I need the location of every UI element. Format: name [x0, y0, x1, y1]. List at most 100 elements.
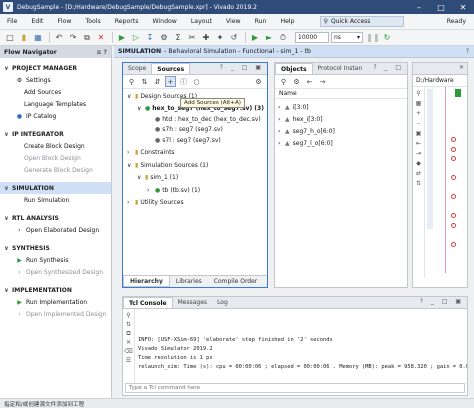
save-icon[interactable]: ▦ [32, 32, 44, 44]
marker-icon[interactable]: ◆ [416, 160, 421, 170]
waveform-canvas[interactable] [425, 87, 467, 277]
tree-row[interactable]: ∨ ▮ Simulation Sources (1) [123, 160, 267, 171]
help-icon[interactable]: ? [466, 48, 469, 55]
copy-icon[interactable]: ⧉ [126, 330, 130, 339]
time-unit-select[interactable]: ns ▾ [331, 32, 363, 43]
zoom-in-icon[interactable]: + [416, 110, 421, 120]
flow-item-add-sources[interactable]: Add Sources [0, 86, 111, 98]
search-icon[interactable]: ⚲ [278, 76, 289, 87]
undo-icon[interactable]: ↶ [53, 32, 65, 44]
settings-gear-icon[interactable]: ⚙ [158, 32, 170, 44]
flow-item-open-elaborated-design[interactable]: › Open Elaborated Design [0, 224, 111, 236]
step-icon[interactable]: ▷ [130, 32, 142, 44]
add-sources-icon[interactable]: + [165, 76, 176, 87]
goto-start-icon[interactable]: ⇤ [416, 140, 421, 150]
tab-log[interactable]: Log [212, 297, 233, 308]
timer-icon[interactable]: ⏱ [277, 32, 289, 44]
flow-item-open-block-design[interactable]: Open Block Design [0, 152, 111, 164]
tab-objects[interactable]: Objects [275, 63, 313, 74]
save-icon[interactable]: ▦ [416, 100, 422, 110]
flow-item-open-synthesized-design[interactable]: › Open Synthesized Design [0, 266, 111, 278]
menu-run[interactable]: Run [248, 18, 274, 25]
download-icon[interactable]: ↧ [144, 32, 156, 44]
tab-compile-order[interactable]: Compile Order [208, 276, 264, 287]
snap-icon[interactable]: ⇅ [416, 180, 421, 190]
restart-icon[interactable]: ↺ [228, 32, 240, 44]
delete-icon[interactable]: ✕ [126, 339, 131, 348]
flow-item-settings[interactable]: ⚙ Settings [0, 74, 111, 86]
object-row[interactable]: › ▲ seg7_l_o[6:0] [275, 137, 407, 149]
zoom-out-icon[interactable]: – [417, 120, 420, 130]
info-icon[interactable]: ⓘ [178, 76, 189, 87]
close-icon[interactable]: ✕ [459, 64, 464, 71]
quick-access-field[interactable]: ⚲ Quick Access [319, 16, 404, 27]
forward-icon[interactable]: → [317, 76, 328, 87]
flow-item-ip-catalog[interactable]: ● IP Catalog [0, 110, 111, 122]
goto-end-icon[interactable]: ⇥ [416, 150, 421, 160]
collapse-icon[interactable]: ⇅ [126, 321, 131, 330]
open-folder-icon[interactable]: ▮ [18, 32, 30, 44]
flow-item-create-block-design[interactable]: Create Block Design [0, 140, 111, 152]
redo-icon[interactable]: ↷ [67, 32, 79, 44]
menu-view[interactable]: View [219, 18, 248, 25]
zoom-fit-icon[interactable]: ▣ [416, 130, 422, 140]
tab-messages[interactable]: Messages [173, 297, 212, 308]
menu-edit[interactable]: Edit [24, 18, 50, 25]
panel-controls-icon[interactable]: ? _ □ [373, 64, 404, 71]
tools-icon[interactable]: ✚ [200, 32, 212, 44]
collapse-icon[interactable]: ≡ ? [96, 49, 107, 56]
run-for-icon[interactable]: ► [263, 32, 275, 44]
run-icon[interactable]: ▶ [116, 32, 128, 44]
circle-icon[interactable]: ○ [191, 76, 202, 87]
sum-icon[interactable]: Σ [172, 32, 184, 44]
flow-item-run-simulation[interactable]: Run Simulation [0, 194, 111, 206]
cursor-icon[interactable]: ⇄ [416, 170, 421, 180]
copy-icon[interactable]: ⧉ [81, 32, 93, 44]
expand-all-icon[interactable]: ⇵ [152, 76, 163, 87]
tab-hierarchy[interactable]: Hierarchy [123, 276, 170, 287]
zoom-icon[interactable]: ✦ [214, 32, 226, 44]
tcl-command-input[interactable] [125, 383, 465, 393]
tree-row[interactable]: ● s7l : seg7 (seg7.sv) [123, 135, 267, 146]
tree-row[interactable]: › ● tb (tb.sv) (1) [123, 185, 267, 196]
clear-icon[interactable]: ⌫ [124, 348, 132, 357]
panel-controls-icon[interactable]: ? _ □ ▣ [220, 64, 264, 71]
tree-row[interactable]: ● s7h : seg7 (seg7.sv) [123, 125, 267, 136]
flow-item-run-implementation[interactable]: ▶ Run Implementation [0, 296, 111, 308]
pause-icon[interactable]: ❚❚ [366, 32, 379, 44]
object-row[interactable]: › ▲ i[3:0] [275, 101, 407, 113]
flow-item-generate-block-design[interactable]: Generate Block Design [0, 164, 111, 176]
menu-reports[interactable]: Reports [108, 18, 146, 25]
panel-controls-icon[interactable]: ? _ □ ▣ [420, 298, 464, 305]
tree-row[interactable]: ● htd : hex_to_dec (hex_to_dec.sv) [123, 114, 267, 125]
new-file-icon[interactable]: □ [4, 32, 16, 44]
tree-row[interactable]: ∨ ▮ sim_1 (1) [123, 173, 267, 184]
collapse-all-icon[interactable]: ⇅ [139, 76, 150, 87]
flow-item-language-templates[interactable]: Language Templates [0, 98, 111, 110]
menu-file[interactable]: File [0, 18, 24, 25]
relaunch-icon[interactable]: ↻ [381, 32, 393, 44]
menu-window[interactable]: Window [145, 18, 183, 25]
tab-protocol-instances[interactable]: Protocol Instan [313, 63, 368, 74]
section-simulation[interactable]: ∨ SIMULATION [0, 182, 111, 194]
object-row[interactable]: › ▲ hex_i[3:0] [275, 113, 407, 125]
section-ip-integrator[interactable]: ∨ IP INTEGRATOR [0, 128, 111, 140]
flow-item-run-synthesis[interactable]: ▶ Run Synthesis [0, 254, 111, 266]
section-implementation[interactable]: ∨ IMPLEMENTATION [0, 284, 111, 296]
run-all-icon[interactable]: ▶ [249, 32, 261, 44]
close-button[interactable]: ✕ [452, 0, 474, 14]
sim-time-input[interactable]: 10000 [295, 32, 329, 43]
section-rtl-analysis[interactable]: ∨ RTL ANALYSIS [0, 212, 111, 224]
search-icon[interactable]: ⚲ [126, 76, 137, 87]
tab-libraries[interactable]: Libraries [170, 276, 208, 287]
section-project-manager[interactable]: ∨ PROJECT MANAGER [0, 62, 111, 74]
minimize-button[interactable]: – [408, 0, 430, 14]
cut-icon[interactable]: ✂ [186, 32, 198, 44]
search-icon[interactable]: ⚲ [126, 312, 130, 321]
menu-tools[interactable]: Tools [78, 18, 107, 25]
gear-icon[interactable]: ⚙ [291, 76, 302, 87]
tab-sources[interactable]: Sources [151, 63, 191, 74]
tree-row[interactable]: › ▮ Constraints [123, 148, 267, 159]
menu-layout[interactable]: Layout [184, 18, 219, 25]
object-row[interactable]: › ▲ seg7_h_o[6:0] [275, 125, 407, 137]
